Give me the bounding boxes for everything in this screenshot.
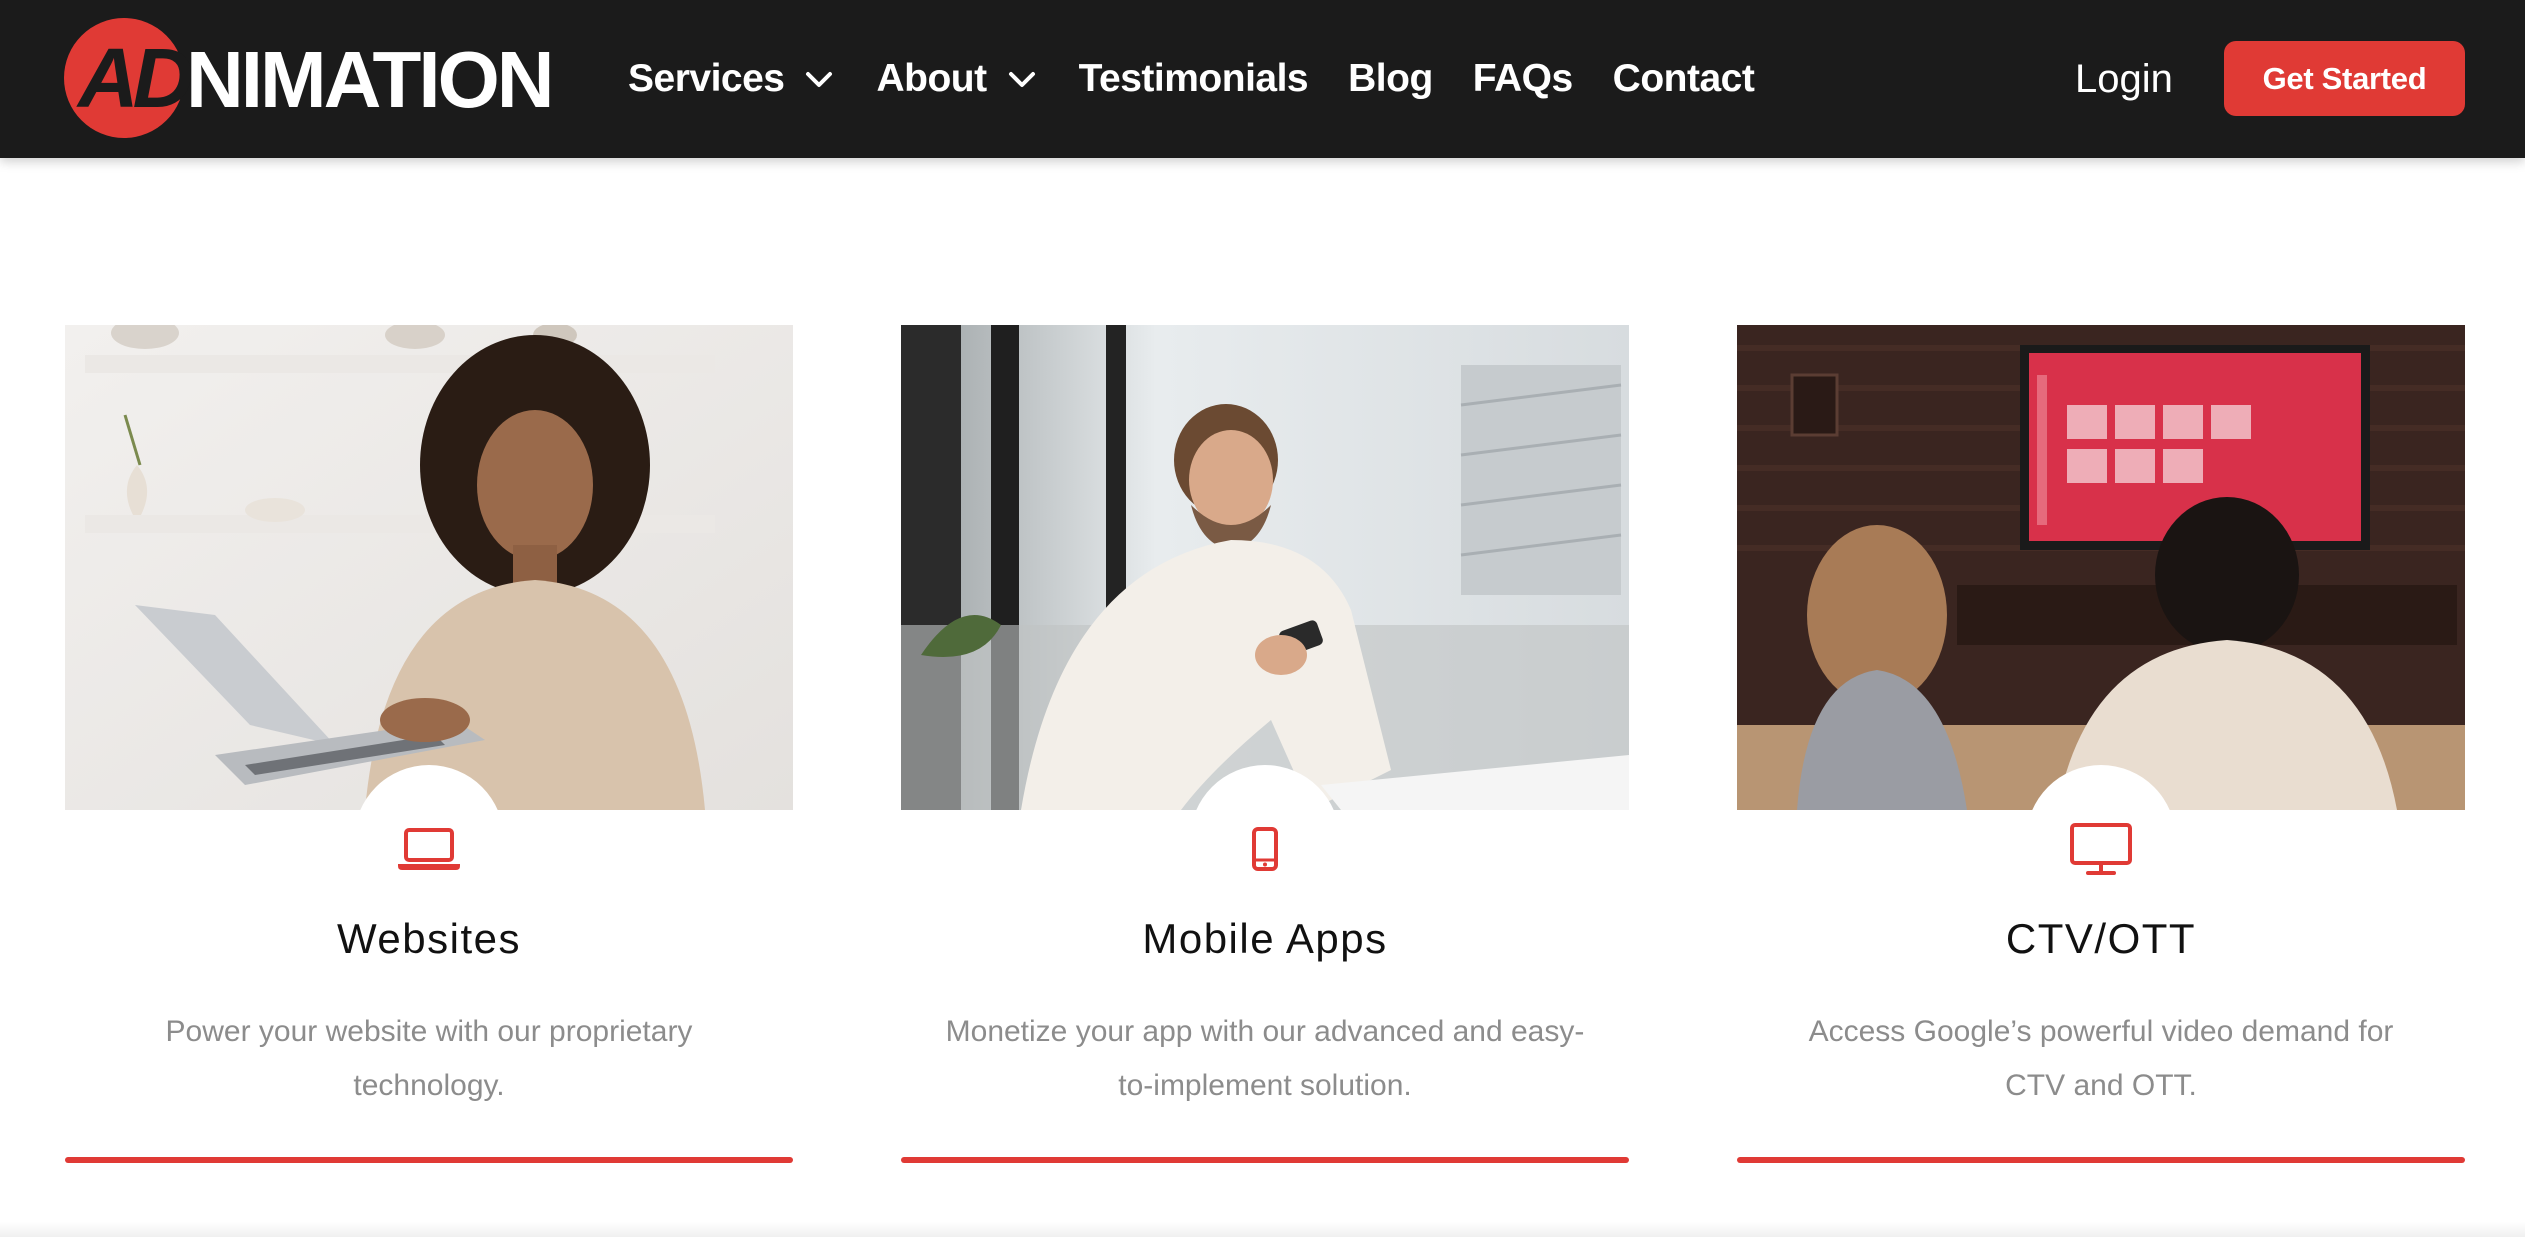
- nav-item-label: Testimonials: [1078, 57, 1309, 100]
- man-with-phone-photo: [901, 325, 1629, 810]
- nav-item-services[interactable]: Services: [628, 57, 836, 101]
- nav-item-label: Blog: [1348, 57, 1433, 100]
- chevron-down-icon: [802, 62, 836, 96]
- adnimation-logo[interactable]: AD NIMATION: [64, 18, 564, 138]
- login-link[interactable]: Login: [2075, 50, 2173, 108]
- laptop-icon: [379, 819, 479, 879]
- nav-item-label: Services: [628, 57, 785, 100]
- section-bottom-edge: [0, 1222, 2525, 1237]
- nav-item-blog[interactable]: Blog: [1348, 57, 1433, 101]
- card-description: Monetize your app with our advanced and …: [945, 1015, 1585, 1102]
- card-accent-bar: [65, 1157, 793, 1163]
- logo-ad-text: AD: [78, 31, 193, 125]
- card-description: Power your website with our proprietary …: [165, 1015, 693, 1102]
- card-accent-bar: [1737, 1157, 2465, 1163]
- card-title: Mobile Apps: [1142, 915, 1388, 962]
- chevron-down-icon: [1005, 62, 1039, 96]
- main-nav: Services About Testimonials Blog FAQs Co…: [628, 48, 1794, 110]
- nav-item-about[interactable]: About: [876, 57, 1038, 101]
- card-accent-bar: [901, 1157, 1629, 1163]
- woman-with-laptop-photo: [65, 325, 793, 810]
- mobile-phone-icon: [1215, 819, 1315, 879]
- get-started-button[interactable]: Get Started: [2224, 41, 2465, 116]
- logo-wordmark: NIMATION: [186, 35, 555, 124]
- nav-item-label: FAQs: [1472, 57, 1573, 100]
- monitor-icon: [2051, 819, 2151, 879]
- couple-watching-tv-photo: [1737, 325, 2465, 810]
- card-title: Websites: [337, 915, 521, 962]
- nav-item-testimonials[interactable]: Testimonials: [1079, 57, 1309, 101]
- service-card-ctv-ott[interactable]: CTV/OTT Access Google’s powerful video d…: [1737, 325, 2465, 1165]
- service-card-mobile-apps[interactable]: Mobile Apps Monetize your app with our a…: [901, 325, 1629, 1165]
- card-title: CTV/OTT: [2005, 915, 2197, 962]
- nav-item-contact[interactable]: Contact: [1613, 57, 1755, 101]
- nav-item-label: About: [876, 57, 987, 100]
- service-card-websites[interactable]: Websites Power your website with our pro…: [65, 325, 793, 1165]
- nav-item-faqs[interactable]: FAQs: [1473, 57, 1573, 101]
- card-description: Access Google’s powerful video demand fo…: [1808, 1015, 2394, 1102]
- site-header: AD NIMATION Services About Testimonials …: [0, 0, 2525, 158]
- nav-item-label: Contact: [1612, 57, 1755, 100]
